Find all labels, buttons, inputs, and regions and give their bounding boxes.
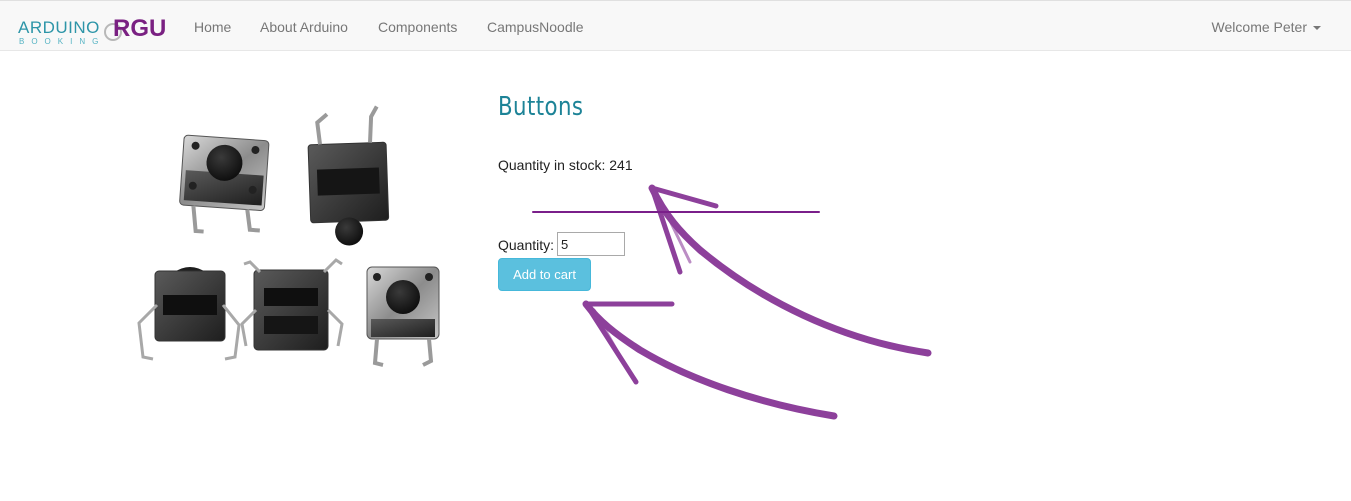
tactile-button-5 bbox=[366, 266, 440, 367]
stock-quantity: Quantity in stock: 241 bbox=[498, 157, 633, 173]
product-image bbox=[137, 105, 440, 367]
annotation-arrow-add-to-cart bbox=[582, 300, 838, 420]
nav-about-arduino[interactable]: About Arduino bbox=[260, 19, 348, 35]
brand-arduino-text: ARDUINO bbox=[18, 18, 100, 37]
tactile-button-1 bbox=[179, 134, 270, 234]
tactile-button-3 bbox=[137, 267, 241, 361]
caret-down-icon bbox=[1313, 26, 1321, 31]
product-title: Buttons bbox=[498, 92, 584, 122]
annotation-arrow-stock bbox=[648, 184, 932, 357]
nav-home[interactable]: Home bbox=[194, 19, 231, 35]
quantity-label: Quantity: bbox=[498, 237, 555, 253]
tactile-button-2 bbox=[307, 105, 390, 246]
brand-rgu-text: RGU bbox=[113, 15, 167, 42]
brand-booking-text: BOOKING bbox=[19, 37, 106, 46]
brand-logo[interactable]: ARDUINO BOOKING RGU bbox=[18, 15, 168, 49]
add-to-cart-button[interactable]: Add to cart bbox=[498, 258, 591, 291]
nav-campusnoodle[interactable]: CampusNoodle bbox=[487, 19, 584, 35]
tactile-button-4 bbox=[240, 258, 344, 351]
user-menu-dropdown[interactable]: Welcome Peter bbox=[1212, 19, 1321, 35]
user-menu-label: Welcome Peter bbox=[1211, 19, 1307, 35]
nav-components[interactable]: Components bbox=[378, 19, 457, 35]
top-navbar: ARDUINO BOOKING RGU Home About Arduino C… bbox=[0, 0, 1351, 51]
quantity-input[interactable] bbox=[557, 232, 625, 256]
